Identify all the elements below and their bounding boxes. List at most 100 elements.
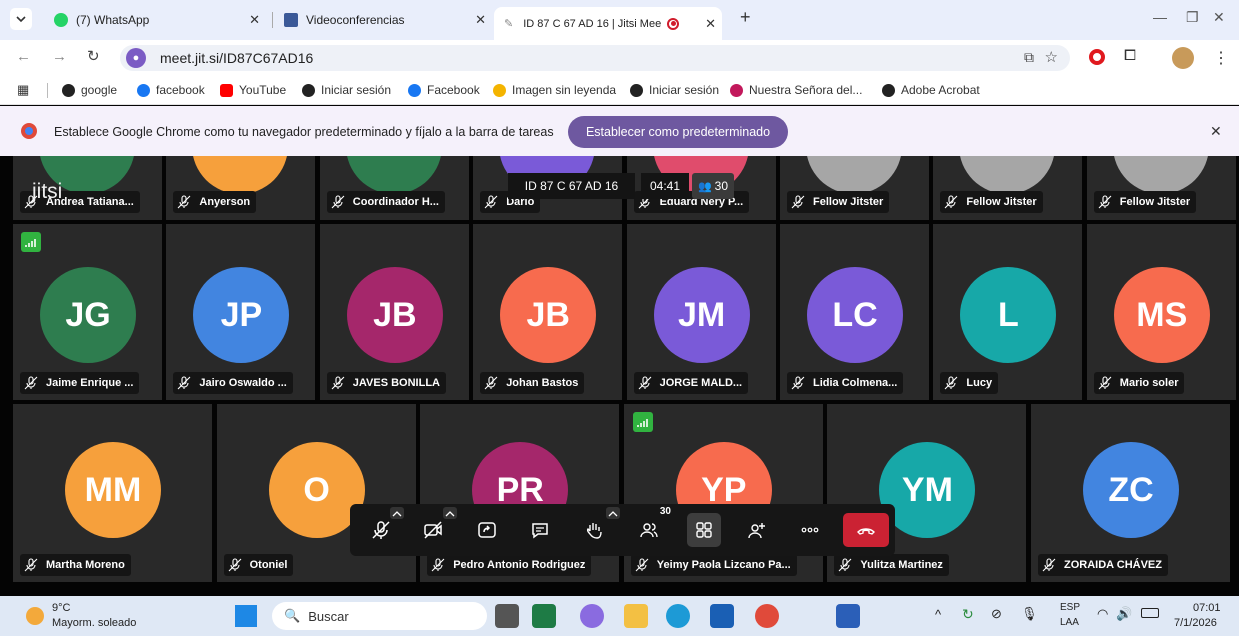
file-explorer-icon[interactable] <box>624 604 648 628</box>
participant-tile[interactable]: Fellow Jitster <box>780 156 929 220</box>
battery-icon[interactable] <box>1141 608 1159 618</box>
tab-videoconferencias[interactable]: Videoconferencias ✕ <box>278 7 492 33</box>
close-icon[interactable]: ✕ <box>705 16 716 32</box>
mic-off-icon <box>945 376 958 390</box>
bookmark-facebook-2[interactable]: Facebook <box>408 83 480 97</box>
store-icon[interactable] <box>710 604 734 628</box>
close-icon[interactable]: ✕ <box>475 12 486 28</box>
invite-button[interactable] <box>740 513 774 547</box>
language-top[interactable]: ESP <box>1060 602 1080 613</box>
opera-icon[interactable] <box>1089 49 1105 65</box>
bookmark-adobe[interactable]: Adobe Acrobat <box>882 83 980 97</box>
participant-name: Otoniel <box>249 559 288 571</box>
forward-icon[interactable]: → <box>52 48 67 65</box>
participant-name-tag: Yeimy Paola Lizcano Pa... <box>630 554 797 576</box>
bookmark-youtube[interactable]: YouTube <box>220 83 286 97</box>
participant-tile[interactable]: JM JORGE MALD... <box>626 224 776 400</box>
minimize-icon[interactable]: — <box>1153 9 1167 25</box>
excel-icon[interactable] <box>532 604 556 628</box>
camera-options-caret[interactable] <box>443 507 457 519</box>
participants-icon <box>640 523 658 538</box>
back-icon[interactable]: ← <box>16 48 31 65</box>
mic-options-caret[interactable] <box>390 507 404 519</box>
share-screen-button[interactable] <box>470 513 504 547</box>
mic-off-icon <box>431 558 445 572</box>
leave-meeting-button[interactable] <box>843 513 889 547</box>
participant-name-tag: Fellow Jitster <box>787 191 890 213</box>
bookmark-nuestra-senora[interactable]: Nuestra Señora del... <box>730 83 862 97</box>
install-icon[interactable]: ⧉ <box>1024 49 1034 66</box>
new-tab-button[interactable]: + <box>740 7 751 28</box>
profile-avatar[interactable] <box>1172 47 1194 69</box>
taskbar-search[interactable]: 🔍 Buscar <box>272 602 487 630</box>
tab-jitsi[interactable]: ✎ ID 87 C 67 AD 16 | Jitsi Mee ✕ <box>494 7 722 40</box>
tab-label: (7) WhatsApp <box>76 13 150 27</box>
tab-search-button[interactable] <box>10 8 32 30</box>
reload-icon[interactable]: ↻ <box>87 47 100 65</box>
mic-off-icon <box>484 195 498 209</box>
bookmark-imagen[interactable]: Imagen sin leyenda <box>493 83 616 97</box>
clock-date[interactable]: 7/1/2026 <box>1174 617 1217 629</box>
participants-counter[interactable]: 👥 30 <box>692 173 734 199</box>
extensions-icon[interactable]: ⧠ <box>1124 47 1136 64</box>
language-bottom[interactable]: LAA <box>1060 617 1079 628</box>
star-icon[interactable]: ☆ <box>1045 48 1058 66</box>
participant-tile[interactable]: JB JAVES BONILLA <box>319 224 469 400</box>
participant-name: Jaime Enrique ... <box>46 377 134 389</box>
participant-tile[interactable]: Coordinador H... <box>319 156 469 220</box>
copilot-icon[interactable] <box>580 604 604 628</box>
bookmark-google[interactable]: google <box>62 83 117 97</box>
chrome-taskbar-icon[interactable] <box>755 604 779 628</box>
signal-strength-icon[interactable] <box>21 232 41 252</box>
mic-off-icon <box>331 376 345 390</box>
task-view-icon[interactable] <box>495 604 519 628</box>
participant-tile[interactable]: L Lucy <box>933 224 1083 400</box>
windows-start-icon[interactable] <box>235 605 257 627</box>
participant-tile[interactable]: Fellow Jitster <box>1086 156 1236 220</box>
wifi-icon[interactable]: ◠ <box>1097 606 1108 622</box>
participant-tile[interactable]: Fellow Jitster <box>933 156 1083 220</box>
reactions-caret[interactable] <box>606 507 620 519</box>
participant-name-tag: Pedro Antonio Rodriguez <box>427 554 592 576</box>
chat-button[interactable] <box>523 513 557 547</box>
close-window-icon[interactable]: ✕ <box>1213 9 1225 26</box>
close-icon[interactable]: ✕ <box>1210 123 1222 140</box>
edge-icon[interactable] <box>666 604 690 628</box>
participant-avatar: JP <box>193 267 290 363</box>
participant-tile[interactable]: JP Jairo Oswaldo ... <box>166 224 316 400</box>
chevron-up-icon[interactable]: ^ <box>935 607 941 622</box>
participant-tile[interactable]: JB Johan Bastos <box>473 224 623 400</box>
microphone-tray-icon[interactable]: 🎙 <box>1021 606 1038 622</box>
hangup-icon <box>857 528 875 535</box>
weather-desc: Mayorm. soleado <box>52 617 137 629</box>
restore-icon[interactable]: ❐ <box>1186 9 1199 26</box>
avatar-initials: JP <box>220 295 263 334</box>
participant-tile[interactable]: Anyerson <box>166 156 316 220</box>
participant-name-tag: Jaime Enrique ... <box>20 372 140 394</box>
bookmark-facebook[interactable]: facebook <box>137 83 205 97</box>
more-actions-button[interactable] <box>793 513 827 547</box>
url-input[interactable]: ● meet.jit.si/ID87C67AD16 ⧉ ☆ <box>120 45 1070 71</box>
sync-icon[interactable]: ↻ <box>962 606 974 623</box>
participant-name: Fellow Jitster <box>813 196 884 208</box>
participant-tile[interactable]: MS Mario soler <box>1086 224 1236 400</box>
tile-view-button[interactable] <box>687 513 721 547</box>
chevron-down-icon <box>16 16 26 23</box>
location-off-icon[interactable]: ⊘ <box>991 606 1002 622</box>
participant-tile[interactable]: ZC ZORAIDA CHÁVEZ <box>1031 404 1230 582</box>
apps-icon[interactable]: ▦ <box>17 82 29 98</box>
volume-icon[interactable]: 🔊 <box>1116 606 1132 622</box>
close-icon[interactable]: ✕ <box>249 12 260 28</box>
clock-time[interactable]: 07:01 <box>1193 602 1221 614</box>
participants-button[interactable]: 30 <box>632 506 671 547</box>
bookmark-iniciar-sesion[interactable]: Iniciar sesión <box>302 83 391 97</box>
participant-tile[interactable]: LC Lidia Colmena... <box>780 224 929 400</box>
tab-whatsapp[interactable]: (7) WhatsApp ✕ <box>44 7 266 33</box>
participant-tile[interactable]: MM Martha Moreno <box>13 404 212 582</box>
bookmark-iniciar-sesion-2[interactable]: Iniciar sesión <box>630 83 719 97</box>
word-icon[interactable] <box>836 604 860 628</box>
windows-taskbar: 9°C Mayorm. soleado 🔍 Buscar ^ ↻ ⊘ 🎙 ESP… <box>0 596 1239 636</box>
signal-strength-icon[interactable] <box>633 412 653 432</box>
set-default-button[interactable]: Establecer como predeterminado <box>568 116 788 148</box>
menu-icon[interactable]: ⋮ <box>1213 48 1229 68</box>
